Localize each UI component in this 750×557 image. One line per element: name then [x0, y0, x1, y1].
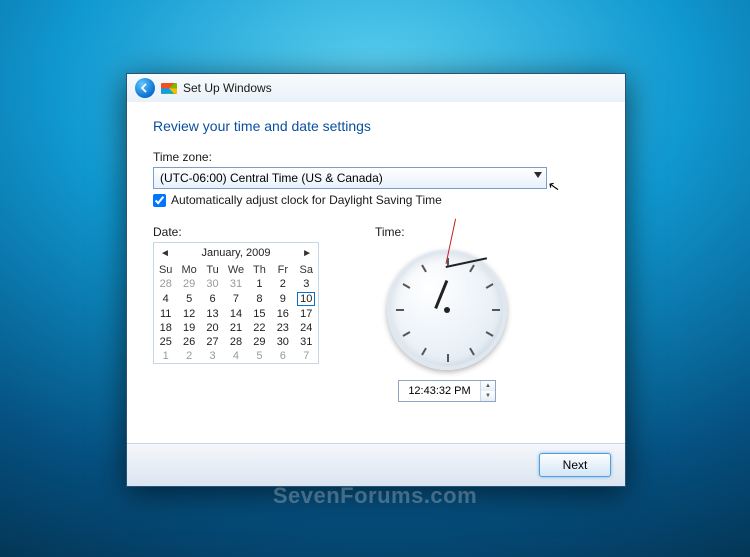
- dst-label: Automatically adjust clock for Daylight …: [171, 193, 442, 207]
- calendar-day[interactable]: 16: [271, 307, 294, 321]
- spinner-up-icon[interactable]: ▲: [481, 381, 495, 391]
- calendar-day[interactable]: 31: [295, 335, 318, 349]
- calendar-day[interactable]: 29: [177, 277, 200, 291]
- calendar-day[interactable]: 30: [201, 277, 224, 291]
- setup-window: Set Up Windows Review your time and date…: [126, 73, 626, 487]
- calendar-day[interactable]: 28: [154, 277, 177, 291]
- calendar-day[interactable]: 18: [154, 321, 177, 335]
- calendar-dow: We: [224, 263, 247, 277]
- calendar-day[interactable]: 7: [295, 349, 318, 363]
- dst-checkbox-row[interactable]: Automatically adjust clock for Daylight …: [153, 193, 599, 207]
- calendar-day[interactable]: 2: [271, 277, 294, 291]
- calendar-day[interactable]: 4: [154, 291, 177, 307]
- titlebar: Set Up Windows: [127, 74, 625, 102]
- calendar-day[interactable]: 3: [201, 349, 224, 363]
- cursor-icon: ↖: [547, 177, 562, 196]
- clock-tick: [469, 264, 475, 272]
- hour-hand: [434, 280, 448, 309]
- calendar-day[interactable]: 6: [201, 291, 224, 307]
- content-area: Review your time and date settings Time …: [127, 102, 625, 402]
- calendar-day[interactable]: 14: [224, 307, 247, 321]
- calendar-day[interactable]: 1: [154, 349, 177, 363]
- timezone-value: (UTC-06:00) Central Time (US & Canada): [160, 171, 383, 185]
- next-button[interactable]: Next: [539, 453, 611, 477]
- calendar-day[interactable]: 22: [248, 321, 271, 335]
- calendar-dow: Th: [248, 263, 271, 277]
- calendar-day[interactable]: 15: [248, 307, 271, 321]
- calendar-day[interactable]: 26: [177, 335, 200, 349]
- calendar-dow: Mo: [177, 263, 200, 277]
- timezone-dropdown[interactable]: (UTC-06:00) Central Time (US & Canada) ↖: [153, 167, 547, 189]
- calendar-prev-button[interactable]: ◄: [160, 248, 170, 259]
- clock-tick: [447, 258, 449, 266]
- windows-flag-icon: [161, 83, 177, 94]
- calendar-header: ◄ January, 2009 ►: [154, 243, 318, 263]
- calendar-day[interactable]: 8: [248, 291, 271, 307]
- calendar-day[interactable]: 5: [248, 349, 271, 363]
- calendar[interactable]: ◄ January, 2009 ► SuMoTuWeThFrSa 2829303…: [153, 242, 319, 364]
- clock-tick: [447, 354, 449, 362]
- calendar-day[interactable]: 23: [271, 321, 294, 335]
- calendar-day[interactable]: 28: [224, 335, 247, 349]
- time-input[interactable]: 12:43:32 PM ▲ ▼: [398, 380, 496, 402]
- time-label: Time:: [375, 225, 519, 239]
- calendar-day[interactable]: 4: [224, 349, 247, 363]
- calendar-day[interactable]: 11: [154, 307, 177, 321]
- calendar-day[interactable]: 2: [177, 349, 200, 363]
- calendar-day[interactable]: 9: [271, 291, 294, 307]
- calendar-day[interactable]: 10: [295, 291, 318, 307]
- window-title: Set Up Windows: [183, 81, 272, 95]
- calendar-title: January, 2009: [170, 247, 302, 259]
- timezone-label: Time zone:: [153, 150, 599, 164]
- calendar-day[interactable]: 13: [201, 307, 224, 321]
- clock-hub: [444, 307, 450, 313]
- calendar-grid: SuMoTuWeThFrSa 2829303112345678910111213…: [154, 263, 318, 363]
- calendar-day[interactable]: 30: [271, 335, 294, 349]
- date-label: Date:: [153, 225, 319, 239]
- calendar-day[interactable]: 24: [295, 321, 318, 335]
- minute-hand: [446, 257, 487, 268]
- clock-tick: [492, 309, 500, 311]
- calendar-day[interactable]: 7: [224, 291, 247, 307]
- calendar-day[interactable]: 12: [177, 307, 200, 321]
- clock-tick: [402, 331, 410, 337]
- clock-tick: [421, 348, 427, 356]
- calendar-day[interactable]: 29: [248, 335, 271, 349]
- calendar-day[interactable]: 19: [177, 321, 200, 335]
- dst-checkbox[interactable]: [153, 194, 166, 207]
- back-button[interactable]: [135, 78, 155, 98]
- clock-tick: [402, 283, 410, 289]
- calendar-next-button[interactable]: ►: [302, 248, 312, 259]
- calendar-dow: Su: [154, 263, 177, 277]
- spinner-down-icon[interactable]: ▼: [481, 391, 495, 401]
- calendar-day[interactable]: 17: [295, 307, 318, 321]
- calendar-day[interactable]: 1: [248, 277, 271, 291]
- calendar-day[interactable]: 3: [295, 277, 318, 291]
- calendar-day[interactable]: 31: [224, 277, 247, 291]
- clock-tick: [396, 309, 404, 311]
- calendar-day[interactable]: 20: [201, 321, 224, 335]
- calendar-dow: Sa: [295, 263, 318, 277]
- calendar-day[interactable]: 6: [271, 349, 294, 363]
- chevron-down-icon: [534, 172, 542, 178]
- calendar-dow: Tu: [201, 263, 224, 277]
- page-heading: Review your time and date settings: [153, 118, 599, 134]
- calendar-day[interactable]: 25: [154, 335, 177, 349]
- time-value: 12:43:32 PM: [399, 385, 480, 397]
- time-spinner[interactable]: ▲ ▼: [480, 381, 495, 401]
- calendar-dow: Fr: [271, 263, 294, 277]
- clock-tick: [469, 348, 475, 356]
- clock-tick: [486, 283, 494, 289]
- analog-clock: [387, 250, 507, 370]
- clock-tick: [421, 264, 427, 272]
- calendar-day[interactable]: 27: [201, 335, 224, 349]
- dialog-footer: Next: [127, 443, 625, 486]
- calendar-day[interactable]: 5: [177, 291, 200, 307]
- calendar-day[interactable]: 21: [224, 321, 247, 335]
- clock-tick: [486, 331, 494, 337]
